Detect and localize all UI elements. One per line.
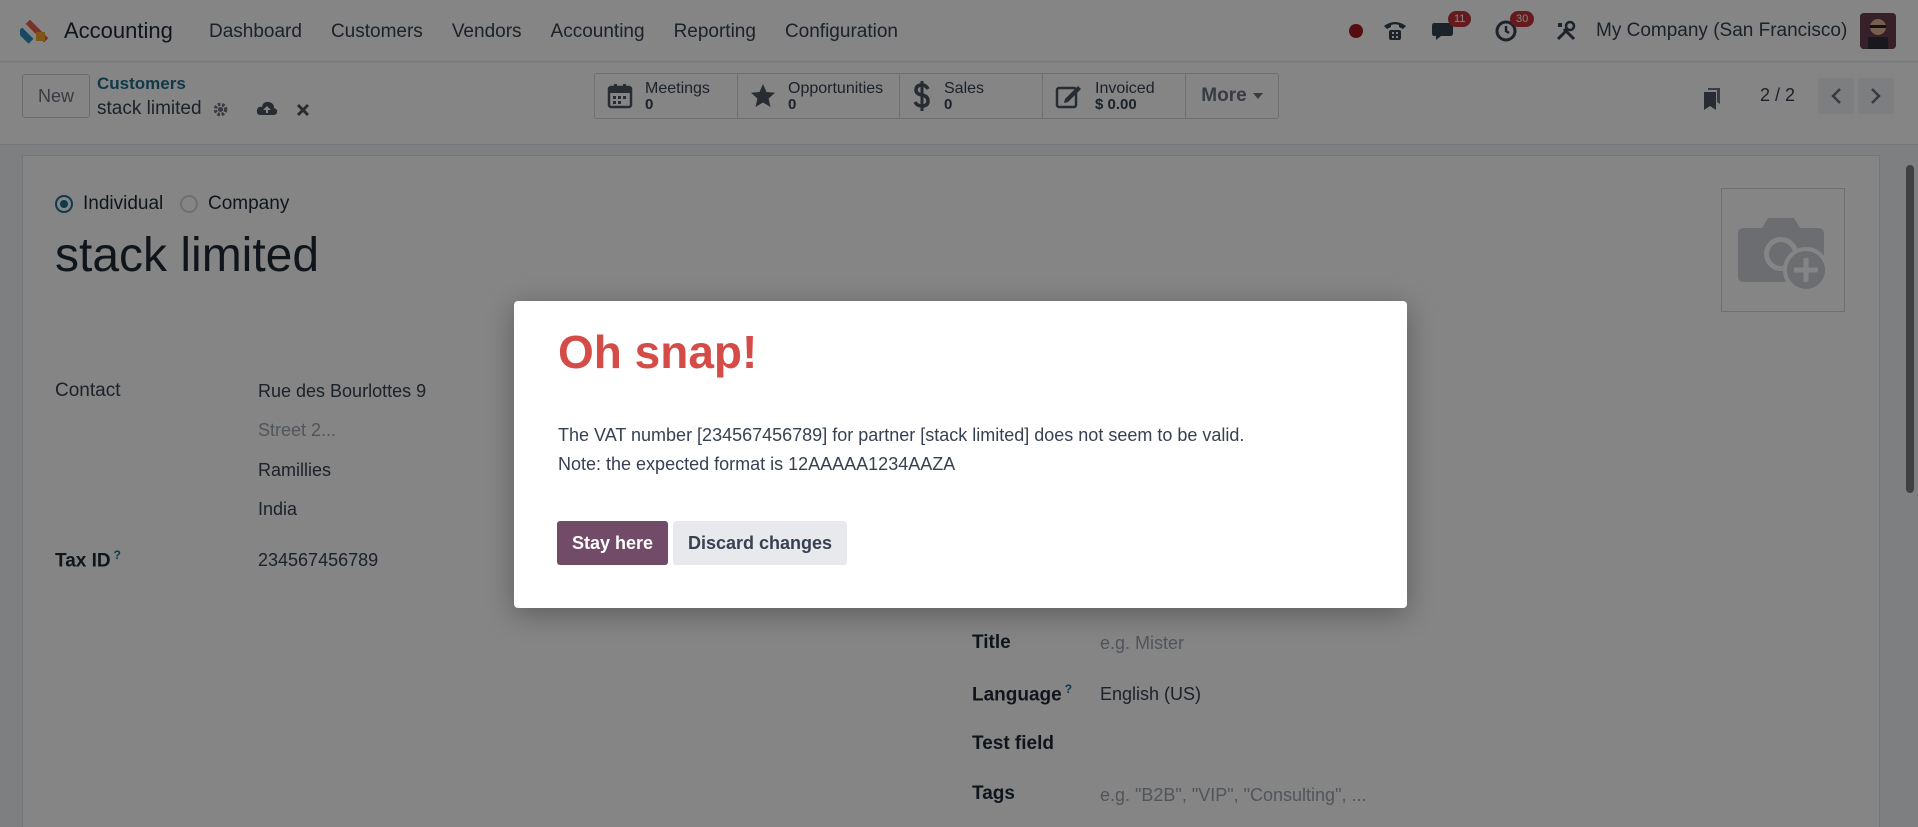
dialog-message: The VAT number [234567456789] for partne… <box>558 421 1244 479</box>
discard-changes-button[interactable]: Discard changes <box>673 521 848 565</box>
dialog-title: Oh snap! <box>558 326 758 378</box>
stay-here-button[interactable]: Stay here <box>557 521 669 565</box>
dialog-message-line1: The VAT number [234567456789] for partne… <box>558 425 1245 445</box>
dialog-message-line2: Note: the expected format is 12AAAAA1234… <box>558 454 956 474</box>
error-dialog: Oh snap! The VAT number [234567456789] f… <box>514 301 1407 608</box>
